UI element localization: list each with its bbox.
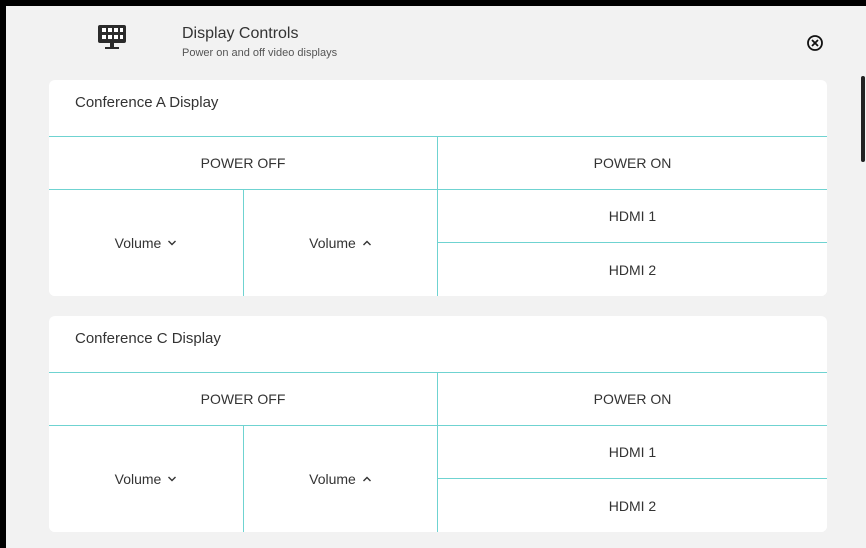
- hdmi-1-button[interactable]: HDMI 1: [438, 190, 827, 242]
- header: Display Controls Power on and off video …: [6, 6, 866, 78]
- volume-up-button[interactable]: Volume: [244, 190, 437, 296]
- chevron-up-icon: [362, 476, 371, 482]
- power-on-button[interactable]: POWER ON: [438, 137, 827, 189]
- volume-down-button[interactable]: Volume: [49, 190, 243, 296]
- display-card-conference-c: Conference C Display POWER OFF POWER ON …: [49, 316, 827, 532]
- volume-up-label: Volume: [309, 471, 356, 487]
- hdmi-2-button[interactable]: HDMI 2: [438, 243, 827, 296]
- power-on-button[interactable]: POWER ON: [438, 373, 827, 425]
- display-card-conference-a: Conference A Display POWER OFF POWER ON …: [49, 80, 827, 296]
- volume-up-button[interactable]: Volume: [244, 426, 437, 532]
- volume-down-label: Volume: [114, 471, 162, 487]
- close-icon[interactable]: [806, 34, 824, 52]
- hdmi-1-button[interactable]: HDMI 1: [438, 426, 827, 478]
- volume-up-label: Volume: [309, 235, 356, 251]
- card-title: Conference A Display: [75, 94, 219, 111]
- volume-down-label: Volume: [114, 235, 162, 251]
- chevron-down-icon: [168, 476, 177, 482]
- card-title: Conference C Display: [75, 330, 221, 347]
- display-grid-icon: [96, 23, 128, 51]
- page-title: Display Controls: [182, 25, 299, 42]
- volume-down-button[interactable]: Volume: [49, 426, 243, 532]
- scrollbar[interactable]: [861, 76, 865, 162]
- power-off-button[interactable]: POWER OFF: [49, 373, 437, 425]
- display-controls-window: Display Controls Power on and off video …: [6, 6, 866, 548]
- power-off-button[interactable]: POWER OFF: [49, 137, 437, 189]
- chevron-up-icon: [362, 240, 371, 246]
- hdmi-2-button[interactable]: HDMI 2: [438, 479, 827, 532]
- page-subtitle: Power on and off video displays: [182, 47, 338, 59]
- chevron-down-icon: [168, 240, 177, 246]
